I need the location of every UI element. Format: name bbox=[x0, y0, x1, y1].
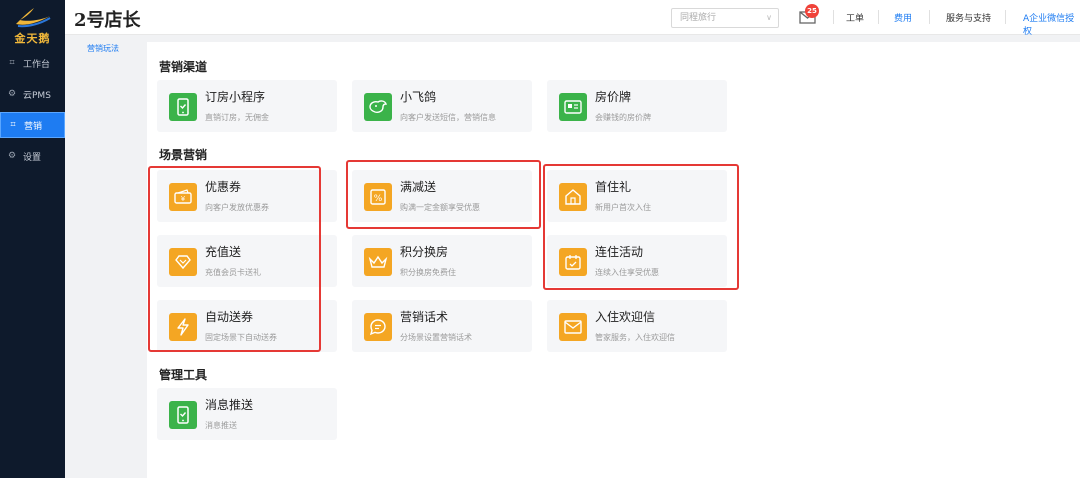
hotel-select[interactable]: 同程旅行 ∨ bbox=[671, 8, 779, 28]
card-title: 消息推送 bbox=[205, 398, 254, 412]
sidebar-item-label: 云PMS bbox=[23, 90, 51, 101]
page-title: 2号店长 bbox=[74, 10, 141, 31]
top-header: 2号店长 同程旅行 ∨ 25 工单 费用 服务与支持 A企业微信授权 bbox=[65, 0, 1080, 37]
divider bbox=[833, 10, 834, 24]
svg-text:¥: ¥ bbox=[181, 195, 186, 203]
card-pigeon[interactable]: 小飞鸽 向客户发送短信，营销信息 bbox=[352, 80, 532, 132]
divider bbox=[878, 10, 879, 24]
card-discount[interactable]: % 满减送 购满一定金额享受优惠 bbox=[352, 170, 532, 222]
sidebar-item-workbench[interactable]: ⌗ 工作台 bbox=[0, 50, 65, 76]
card-recharge[interactable]: 充值送 充值会员卡送礼 bbox=[157, 235, 337, 287]
swan-logo-icon bbox=[16, 8, 51, 28]
fees-link[interactable]: 费用 bbox=[894, 11, 912, 24]
crown-icon bbox=[364, 248, 392, 276]
card-title: 充值送 bbox=[205, 245, 242, 259]
gear-icon: ⚙ bbox=[7, 89, 17, 99]
card-title: 入住欢迎信 bbox=[595, 310, 656, 324]
card-desc: 会赚钱的房价牌 bbox=[595, 113, 651, 122]
card-desc: 向客户发送短信，营销信息 bbox=[400, 113, 496, 122]
card-title: 连住活动 bbox=[595, 245, 644, 259]
card-desc: 充值会员卡送礼 bbox=[205, 268, 261, 277]
card-desc: 向客户发放优惠券 bbox=[205, 203, 269, 212]
card-title: 房价牌 bbox=[595, 90, 632, 104]
sidebar-item-settings[interactable]: ⚙ 设置 bbox=[0, 143, 65, 169]
lightning-icon bbox=[169, 313, 197, 341]
phone-icon bbox=[169, 93, 197, 121]
card-first-stay[interactable]: 首住礼 新用户首次入住 bbox=[547, 170, 727, 222]
card-consecutive-stay[interactable]: 连住活动 连续入住享受优惠 bbox=[547, 235, 727, 287]
card-title: 小飞鸽 bbox=[400, 90, 437, 104]
diamond-icon bbox=[169, 248, 197, 276]
card-marketing-script[interactable]: 营销话术 分场景设置营销话术 bbox=[352, 300, 532, 352]
desktop-icon: ⌗ bbox=[9, 58, 15, 68]
chevron-down-icon: ∨ bbox=[766, 13, 772, 22]
wecom-auth-link[interactable]: A企业微信授权 bbox=[1023, 11, 1080, 37]
phone-icon bbox=[169, 401, 197, 429]
sidebar-item-marketing[interactable]: ⌗ 营销 bbox=[0, 112, 65, 138]
divider bbox=[1005, 10, 1006, 24]
card-title: 优惠券 bbox=[205, 180, 242, 194]
sub-nav: 营销玩法 bbox=[65, 35, 141, 478]
card-desc: 管家服务，入住欢迎信 bbox=[595, 333, 675, 342]
coupon-icon: ¥ bbox=[169, 183, 197, 211]
section-title-channels: 营销渠道 bbox=[159, 60, 208, 74]
calendar-icon bbox=[559, 248, 587, 276]
card-desc: 新用户首次入住 bbox=[595, 203, 651, 212]
hotel-select-value: 同程旅行 bbox=[680, 13, 717, 23]
chat-bubble-icon bbox=[364, 313, 392, 341]
logo-text: 金天鹅 bbox=[14, 32, 51, 45]
subnav-item-marketing-play[interactable]: 营销玩法 bbox=[65, 43, 141, 54]
brand-logo[interactable]: 金天鹅 bbox=[0, 0, 65, 45]
card-price-tag[interactable]: 房价牌 会赚钱的房价牌 bbox=[547, 80, 727, 132]
sidebar: 金天鹅 ⌗ 工作台 ⚙ 云PMS ⌗ 营销 ⚙ 设置 bbox=[0, 0, 65, 478]
price-board-icon bbox=[559, 93, 587, 121]
card-title: 积分换房 bbox=[400, 245, 449, 259]
house-icon bbox=[559, 183, 587, 211]
card-auto-coupon[interactable]: 自动送券 固定场景下自动送券 bbox=[157, 300, 337, 352]
gear-icon: ⚙ bbox=[7, 151, 17, 161]
card-title: 营销话术 bbox=[400, 310, 449, 324]
card-message-push[interactable]: 消息推送 消息推送 bbox=[157, 388, 337, 440]
card-desc: 购满一定金额享受优惠 bbox=[400, 203, 480, 212]
notification-badge: 25 bbox=[805, 4, 819, 18]
tickets-link[interactable]: 工单 bbox=[846, 11, 864, 24]
sidebar-item-cloud-pms[interactable]: ⚙ 云PMS bbox=[0, 81, 65, 107]
sidebar-item-label: 工作台 bbox=[23, 59, 51, 70]
card-desc: 固定场景下自动送券 bbox=[205, 333, 277, 342]
service-support-link[interactable]: 服务与支持 bbox=[946, 11, 991, 24]
sidebar-item-label: 营销 bbox=[24, 121, 43, 132]
card-booking-miniapp[interactable]: 订房小程序 直销订房，无佣金 bbox=[157, 80, 337, 132]
desktop-icon: ⌗ bbox=[10, 120, 16, 130]
card-title: 自动送券 bbox=[205, 310, 254, 324]
card-desc: 直销订房，无佣金 bbox=[205, 113, 269, 122]
main-content: 营销渠道 订房小程序 直销订房，无佣金 小飞鸽 向客户发送短信，营销信息 房价牌… bbox=[147, 42, 1080, 478]
card-points-exchange[interactable]: 积分换房 积分换房免费住 bbox=[352, 235, 532, 287]
card-title: 订房小程序 bbox=[205, 90, 266, 104]
envelope-icon bbox=[559, 313, 587, 341]
card-desc: 分场景设置营销话术 bbox=[400, 333, 472, 342]
card-title: 首住礼 bbox=[595, 180, 632, 194]
card-desc: 消息推送 bbox=[205, 421, 237, 430]
card-coupon[interactable]: ¥ 优惠券 向客户发放优惠券 bbox=[157, 170, 337, 222]
section-title-scenes: 场景营销 bbox=[159, 148, 208, 162]
card-welcome-letter[interactable]: 入住欢迎信 管家服务，入住欢迎信 bbox=[547, 300, 727, 352]
pigeon-icon bbox=[364, 93, 392, 121]
svg-text:%: % bbox=[374, 194, 383, 204]
sidebar-item-label: 设置 bbox=[23, 152, 42, 163]
card-desc: 积分换房免费住 bbox=[400, 268, 456, 277]
section-title-tools: 管理工具 bbox=[159, 368, 208, 382]
card-title: 满减送 bbox=[400, 180, 437, 194]
divider bbox=[929, 10, 930, 24]
percent-icon: % bbox=[364, 183, 392, 211]
card-desc: 连续入住享受优惠 bbox=[595, 268, 659, 277]
